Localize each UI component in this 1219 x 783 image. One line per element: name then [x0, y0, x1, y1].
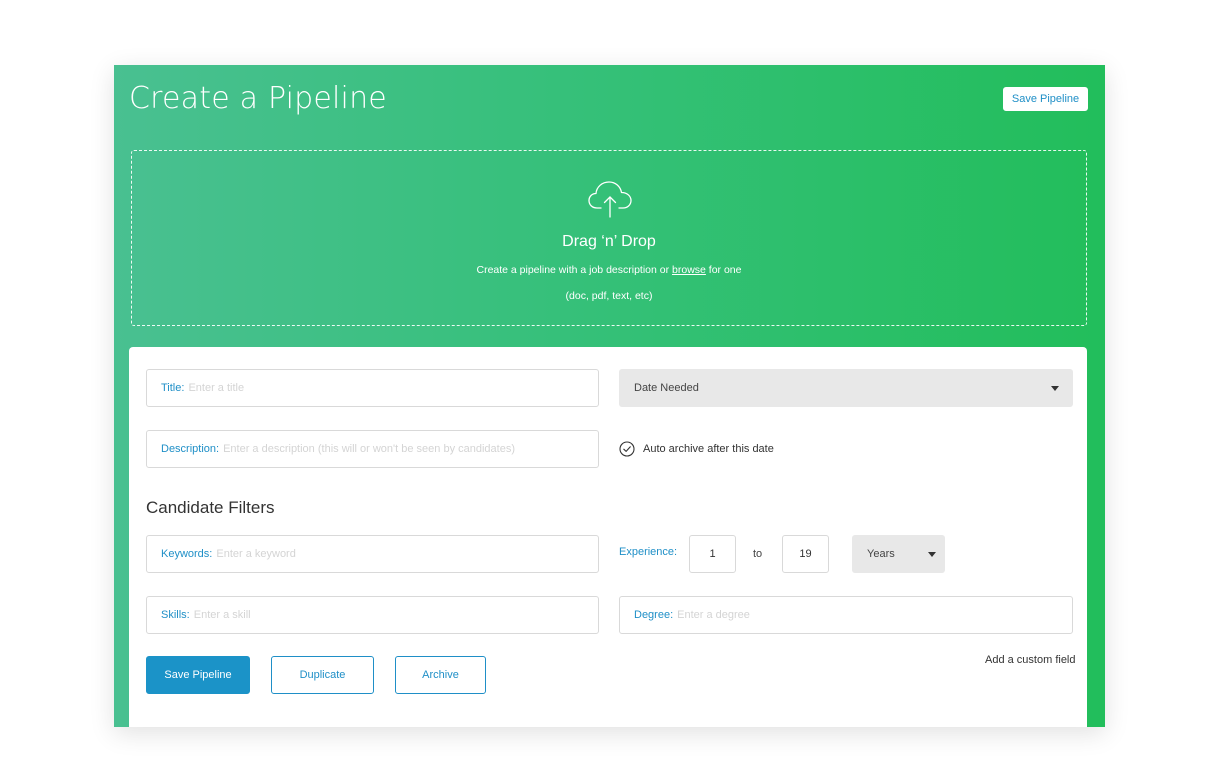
browse-link[interactable]: browse — [672, 264, 706, 276]
description-label: Description: — [161, 443, 220, 455]
date-needed-value: Date Needed — [634, 382, 699, 394]
chevron-down-icon — [1051, 386, 1059, 391]
pipeline-window: Create a Pipeline Save Pipeline Drag ‘n’… — [114, 65, 1105, 727]
experience-to-label: to — [753, 548, 763, 560]
keywords-label: Keywords: — [161, 548, 213, 560]
add-custom-field-link[interactable]: Add a custom field — [985, 654, 1076, 666]
description-placeholder: Enter a description (this will or won't … — [223, 443, 515, 455]
experience-label: Experience: — [619, 546, 678, 558]
skills-placeholder: Enter a skill — [193, 609, 251, 621]
keywords-field[interactable]: Keywords: Enter a keyword — [146, 535, 599, 573]
chevron-down-icon — [928, 552, 936, 557]
experience-min-input[interactable]: 1 — [689, 535, 736, 573]
date-needed-select[interactable]: Date Needed — [619, 369, 1073, 407]
check-circle-icon — [619, 441, 635, 457]
save-pipeline-button[interactable]: Save Pipeline — [146, 656, 250, 694]
candidate-filters-heading: Candidate Filters — [146, 498, 275, 517]
skills-field[interactable]: Skills: Enter a skill — [146, 596, 599, 634]
title-label: Title: — [161, 382, 185, 394]
file-dropzone[interactable]: Drag ‘n’ Drop Create a pipeline with a j… — [131, 150, 1087, 326]
duplicate-button[interactable]: Duplicate — [271, 656, 374, 694]
description-field[interactable]: Description: Enter a description (this w… — [146, 430, 599, 468]
archive-button[interactable]: Archive — [395, 656, 486, 694]
dropzone-subtitle-suffix: for one — [708, 264, 742, 276]
cloud-upload-icon — [588, 181, 632, 218]
dropzone-title: Drag ‘n’ Drop — [562, 233, 656, 250]
skills-label: Skills: — [161, 609, 190, 621]
pipeline-form-card: Title: Enter a title Date Needed Descrip… — [129, 347, 1087, 727]
degree-label: Degree: — [634, 609, 674, 621]
title-field[interactable]: Title: Enter a title — [146, 369, 599, 407]
dropzone-subtitle: Create a pipeline with a job description… — [132, 264, 1086, 276]
experience-unit-select[interactable]: Years — [852, 535, 945, 573]
title-placeholder: Enter a title — [188, 382, 245, 394]
experience-unit-value: Years — [867, 548, 895, 560]
degree-placeholder: Enter a degree — [677, 609, 750, 621]
keywords-placeholder: Enter a keyword — [216, 548, 296, 560]
dropzone-file-types: (doc, pdf, text, etc) — [565, 290, 653, 302]
auto-archive-label: Auto archive after this date — [643, 443, 774, 455]
dropzone-subtitle-text: Create a pipeline with a job description… — [476, 264, 670, 276]
header-save-pipeline-button[interactable]: Save Pipeline — [1003, 87, 1088, 111]
experience-max-input[interactable]: 19 — [782, 535, 829, 573]
page-title: Create a Pipeline — [129, 81, 387, 116]
degree-field[interactable]: Degree: Enter a degree — [619, 596, 1073, 634]
auto-archive-checkbox[interactable]: Auto archive after this date — [619, 439, 774, 459]
